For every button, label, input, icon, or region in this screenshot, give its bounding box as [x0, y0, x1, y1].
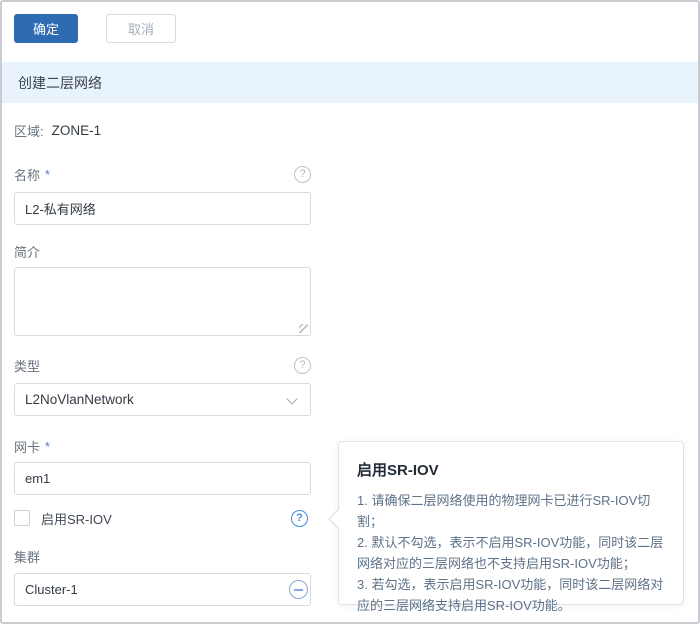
description-textarea[interactable] — [14, 267, 311, 336]
tooltip-line: 1. 请确保二层网络使用的物理网卡已进行SR-IOV切割； — [357, 490, 665, 532]
nic-input[interactable] — [14, 462, 311, 495]
tooltip-arrow-icon — [328, 508, 339, 530]
description-label: 简介 — [14, 242, 40, 261]
cluster-label-row: 集群 — [14, 547, 311, 565]
type-label-row: 类型 — [14, 356, 311, 374]
cancel-button[interactable]: 取消 — [106, 14, 176, 43]
cluster-label: 集群 — [14, 547, 40, 566]
tooltip-title: 启用SR-IOV — [357, 459, 665, 480]
create-l2-network-dialog: 确定 取消 创建二层网络 区域: ZONE-1 名称 * 简介 类型 L2NoV… — [0, 0, 700, 624]
type-label: 类型 — [14, 356, 40, 375]
description-label-row: 简介 — [14, 242, 311, 260]
required-asterisk: * — [45, 439, 50, 454]
tooltip-line: 2. 默认不勾选，表示不启用SR-IOV功能，同时该二层网络对应的三层网络也不支… — [357, 532, 665, 574]
zone-row: 区域: ZONE-1 — [14, 121, 101, 140]
required-asterisk: * — [45, 167, 50, 182]
dialog-title: 创建二层网络 — [18, 73, 102, 93]
zone-label: 区域: — [14, 121, 44, 140]
zone-value: ZONE-1 — [52, 123, 102, 138]
name-input[interactable] — [14, 192, 311, 225]
remove-cluster-icon[interactable] — [289, 580, 308, 599]
sriov-help-icon[interactable] — [291, 510, 308, 527]
sriov-row: 启用SR-IOV — [14, 508, 311, 528]
sriov-help-tooltip: 启用SR-IOV 1. 请确保二层网络使用的物理网卡已进行SR-IOV切割； 2… — [338, 441, 684, 605]
dialog-title-bar: 创建二层网络 — [2, 62, 698, 103]
name-label-row: 名称 * — [14, 165, 311, 183]
sriov-label: 启用SR-IOV — [41, 509, 112, 528]
nic-label-row: 网卡 * — [14, 437, 311, 455]
type-select-value: L2NoVlanNetwork — [25, 392, 134, 407]
name-label: 名称 — [14, 165, 40, 184]
confirm-button[interactable]: 确定 — [14, 14, 78, 43]
type-select[interactable]: L2NoVlanNetwork — [14, 383, 311, 416]
type-help-icon[interactable] — [294, 357, 311, 374]
tooltip-line: 3. 若勾选，表示启用SR-IOV功能，同时该二层网络对应的三层网络支持启用SR… — [357, 574, 665, 616]
cluster-input[interactable] — [14, 573, 311, 606]
description-textarea-wrap — [14, 267, 311, 336]
sriov-checkbox[interactable] — [14, 510, 30, 526]
name-help-icon[interactable] — [294, 166, 311, 183]
nic-label: 网卡 — [14, 437, 40, 456]
chevron-down-icon — [286, 393, 297, 404]
